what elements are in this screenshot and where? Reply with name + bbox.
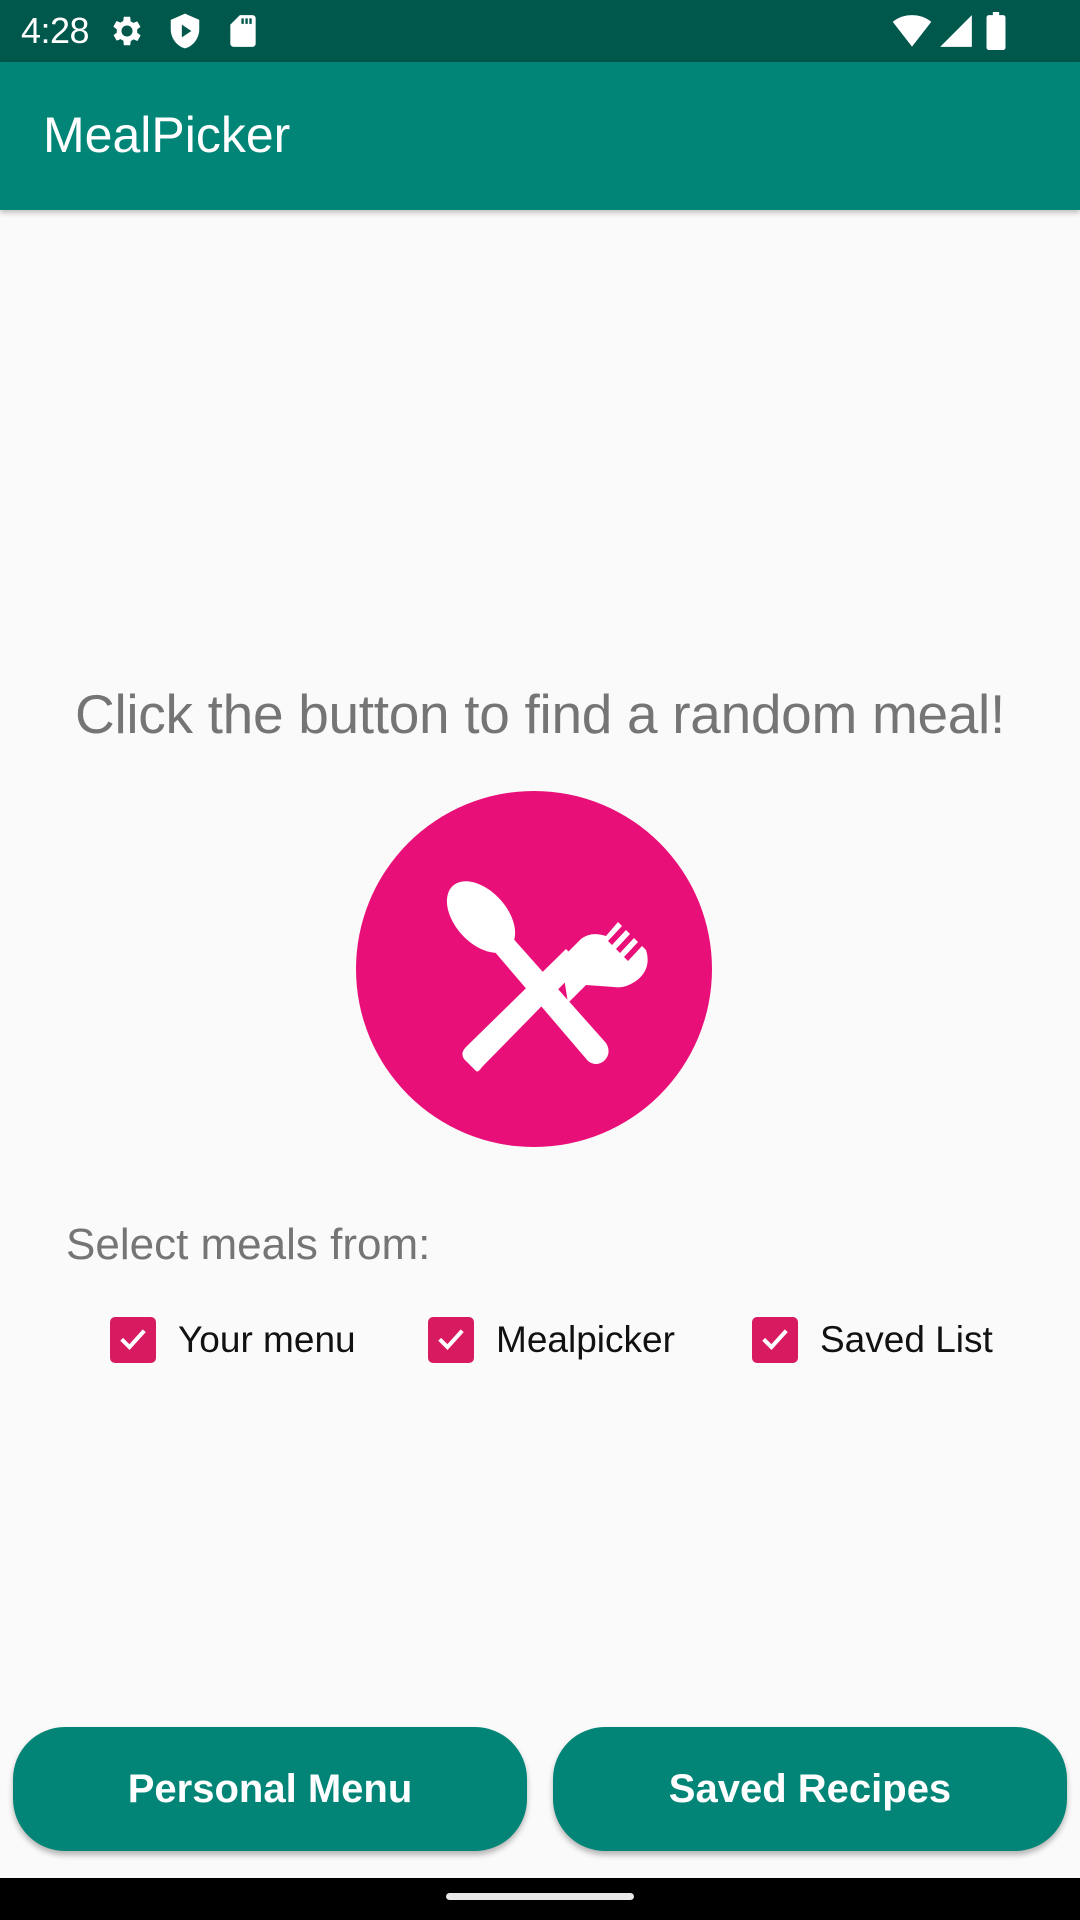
home-gesture-handle[interactable] — [446, 1893, 634, 1900]
signal-icon — [936, 12, 976, 50]
random-meal-button[interactable] — [356, 791, 712, 1147]
status-time: 4:28 — [21, 10, 90, 51]
checkbox-your-menu[interactable]: Your menu — [110, 1316, 356, 1364]
headline-text: Click the button to find a random meal! — [75, 683, 1005, 745]
status-bar: 4:28 — [0, 0, 1080, 62]
personal-menu-button[interactable]: Personal Menu — [13, 1727, 527, 1851]
shield-play-icon — [166, 12, 204, 50]
checkbox-label: Saved List — [820, 1319, 993, 1360]
battery-icon — [984, 12, 1008, 50]
select-meals-label: Select meals from: — [66, 1220, 431, 1269]
gear-icon — [108, 12, 146, 50]
spoon-fork-icon — [446, 881, 648, 1072]
checkbox-checked-icon[interactable] — [752, 1317, 798, 1363]
app-bar: MealPicker — [0, 62, 1080, 210]
sd-card-icon — [224, 12, 262, 50]
checkbox-label: Your menu — [178, 1319, 356, 1360]
wifi-icon — [890, 10, 934, 54]
saved-recipes-button[interactable]: Saved Recipes — [553, 1727, 1067, 1851]
app-title: MealPicker — [43, 107, 291, 163]
checkbox-checked-icon[interactable] — [110, 1317, 156, 1363]
checkbox-checked-icon[interactable] — [428, 1317, 474, 1363]
checkbox-saved-list[interactable]: Saved List — [752, 1316, 993, 1364]
navigation-bar — [0, 1878, 1080, 1920]
checkbox-label: Mealpicker — [496, 1319, 675, 1360]
checkbox-mealpicker[interactable]: Mealpicker — [428, 1316, 675, 1364]
